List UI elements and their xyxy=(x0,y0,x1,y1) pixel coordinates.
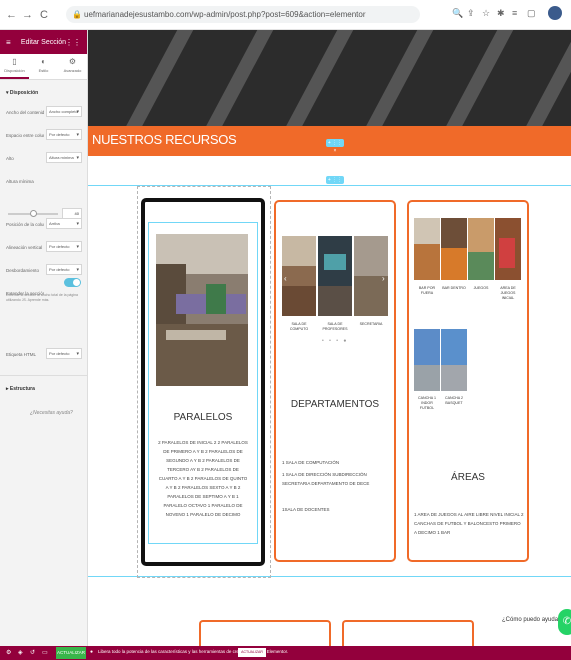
back-icon[interactable]: ← xyxy=(6,9,17,21)
control-html-tag: Etiqueta HTML Por defecto xyxy=(0,344,87,367)
upgrade-now-button[interactable]: ACTUALIZAR AHORA xyxy=(238,648,266,660)
lock-icon: 🔒 xyxy=(72,10,82,19)
control-content-width: Ancho del contenido Ancho completo xyxy=(0,102,87,125)
tab-style[interactable]: ◐ Estilo xyxy=(29,54,58,79)
control-min-height: Altura mínima xyxy=(0,171,87,194)
teachers-room-photo xyxy=(318,236,352,316)
areas-text: 1 AREA DE JUEGOS AL AIRE LIBRE NIVEL INI… xyxy=(414,512,524,535)
settings-icon[interactable]: ⚙ xyxy=(6,649,11,656)
control-label: Espacio entre columnas xyxy=(6,133,44,138)
reload-icon[interactable]: C xyxy=(40,9,48,21)
carousel-dots[interactable]: • • • ● xyxy=(322,338,348,344)
bar-inside-photo xyxy=(441,218,467,280)
column-position-select[interactable]: Arriba xyxy=(46,218,82,229)
min-height-input[interactable]: 40 xyxy=(62,208,82,219)
overflow-select[interactable]: Por defecto xyxy=(46,264,82,275)
departamentos-title: DEPARTAMENTOS xyxy=(290,399,380,410)
control-column-gap: Espacio entre columnas Por defecto xyxy=(0,125,87,148)
style-icon: ◐ xyxy=(41,57,46,66)
control-label: Alto xyxy=(6,156,14,161)
control-label: Posición de la columna xyxy=(6,222,44,227)
avatar[interactable] xyxy=(548,6,562,20)
forward-icon[interactable]: → xyxy=(22,9,33,21)
grid-icon[interactable]: ⋮⋮ xyxy=(65,38,81,47)
soccer-court-photo xyxy=(414,329,440,391)
photo-label: AREA DE JUEGOS INICIAL xyxy=(500,286,516,300)
section-handle[interactable]: + ⋮⋮ × xyxy=(326,139,344,154)
computer-room-photo xyxy=(282,236,316,316)
whatsapp-chat-button[interactable]: ✆ xyxy=(558,609,571,635)
need-help-link[interactable]: ¿Necesitas ayuda? xyxy=(30,410,73,416)
column-gap-select[interactable]: Por defecto xyxy=(46,129,82,140)
html-tag-select[interactable]: Por defecto xyxy=(46,348,82,359)
update-button[interactable]: ACTUALIZAR xyxy=(56,647,86,659)
info-icon: ● xyxy=(90,649,94,655)
sidebar-header: ≡ Editar Sección ⋮⋮ xyxy=(0,30,87,54)
departamentos-text-3: 1SALA DE DOCENTES xyxy=(282,507,330,512)
photo-label: CANCHA 1 INDOR FUTBOL xyxy=(418,396,436,410)
basketball-court-photo xyxy=(441,329,467,391)
tab-layout[interactable]: ▯ Disposición xyxy=(0,54,29,79)
height-select[interactable]: Altura mínima xyxy=(46,152,82,163)
gear-icon: ⚙ xyxy=(68,57,77,66)
section-structure-header[interactable]: ▸ Estructura xyxy=(0,375,87,398)
share-icon[interactable]: ⇪ xyxy=(467,8,475,19)
menu-icon[interactable]: ≡ xyxy=(6,38,11,47)
sidebar-tabs: ▯ Disposición ◐ Estilo ⚙ Avanzado xyxy=(0,54,87,80)
paralelos-title: PARALELOS xyxy=(173,412,233,423)
banner-title: NUESTROS RECURSOS xyxy=(92,132,237,147)
section-handle[interactable]: + ⋮⋮ × xyxy=(326,176,344,191)
browser-toolbar: ← → C 🔒 uefmarianadejesustambo.com/wp-ad… xyxy=(0,0,571,30)
photo-label: SALA DE PROFESORES xyxy=(322,322,348,331)
play-area-photo xyxy=(495,218,521,280)
tab-label: Disposición xyxy=(4,68,25,73)
address-bar[interactable]: 🔒 uefmarianadejesustambo.com/wp-admin/po… xyxy=(66,6,420,23)
tab-label: Estilo xyxy=(38,68,49,73)
control-vertical-align: Alineación vertical Por defecto xyxy=(0,237,87,260)
stretch-note: Extiende la sección al ancho total de la… xyxy=(6,293,78,302)
star-icon[interactable]: ☆ xyxy=(482,8,490,19)
bar-outside-photo xyxy=(414,218,440,280)
url-text: uefmarianadejesustambo.com/wp-admin/post… xyxy=(84,10,366,19)
photo-label: BAR DENTRO xyxy=(442,286,466,290)
section-layout-header[interactable]: ▾ Disposición xyxy=(0,80,87,102)
slider-handle[interactable] xyxy=(30,210,37,217)
photo-label: CANCHA 2 BASQUET xyxy=(445,396,463,405)
control-height: Alto Altura mínima xyxy=(0,148,87,171)
control-label: Etiqueta HTML xyxy=(6,352,37,357)
hero-image xyxy=(88,30,571,126)
paralelos-text: 2 PARALELOS DE INICIAL 2 2 PARALELOS DE … xyxy=(158,440,248,517)
photo-label: SECRETARIA xyxy=(359,322,383,326)
photo-label: JUEGOS xyxy=(473,286,489,290)
tab-advanced[interactable]: ⚙ Avanzado xyxy=(58,54,87,79)
content-width-select[interactable]: Ancho completo xyxy=(46,106,82,117)
departamentos-text-1: 1 SALA DE COMPUTACIÓN xyxy=(282,460,340,465)
sidebar-title: Editar Sección xyxy=(20,38,67,46)
split-view-icon[interactable]: ▢ xyxy=(527,8,536,19)
tab-label: Avanzado xyxy=(63,68,82,73)
history-icon[interactable]: ↺ xyxy=(30,649,35,656)
carousel-prev-icon[interactable]: ‹ xyxy=(284,274,287,283)
layers-icon[interactable]: ◈ xyxy=(18,649,23,656)
vertical-align-select[interactable]: Por defecto xyxy=(46,241,82,252)
areas-title: ÁREAS xyxy=(451,472,485,483)
photo-label: SALA DE COMPUTO xyxy=(289,322,309,331)
games-photo xyxy=(468,218,494,280)
editor-sidebar: ≡ Editar Sección ⋮⋮ ▯ Disposición ◐ Esti… xyxy=(0,30,88,646)
layout-icon: ▯ xyxy=(12,57,17,66)
carousel-next-icon[interactable]: › xyxy=(382,274,385,283)
classroom-photo xyxy=(156,234,248,386)
photo-label: BAR POR FUERA xyxy=(418,286,436,295)
control-label: Altura mínima xyxy=(6,179,34,184)
extensions-icon[interactable]: ✱ xyxy=(497,8,505,19)
zoom-icon[interactable]: 🔍 xyxy=(452,8,463,19)
reading-list-icon[interactable]: ≡ xyxy=(512,8,517,18)
stretch-toggle[interactable] xyxy=(64,278,81,287)
control-label: Ancho del contenido xyxy=(6,110,44,115)
editor-bottom-bar: ⚙ ◈ ↺ ▭ ACTUALIZAR ● Libera todo la pote… xyxy=(0,646,571,660)
responsive-icon[interactable]: ▭ xyxy=(42,649,48,656)
control-label: Desbordamiento xyxy=(6,268,40,273)
control-label: Alineación vertical xyxy=(6,245,43,250)
departamentos-text-2: 1 SALA DE DIRECCIÓN SUBDIRECCIÓN SECRETA… xyxy=(282,472,370,486)
